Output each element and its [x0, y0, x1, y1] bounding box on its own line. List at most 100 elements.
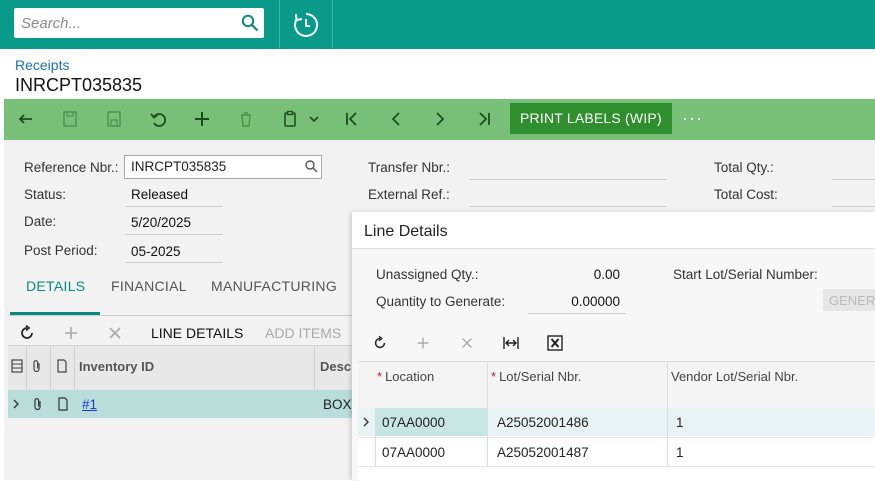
refresh-icon[interactable]: [372, 335, 388, 351]
topbar-separator: [279, 0, 280, 49]
total-qty-field: [832, 179, 875, 180]
dialog-body: Unassigned Qty.: 0.00 Quantity to Genera…: [352, 249, 875, 481]
search-icon[interactable]: [241, 14, 259, 32]
unassigned-qty-value: 0.00: [593, 267, 620, 282]
reference-value: INRCPT035835: [131, 159, 227, 174]
search-icon[interactable]: [304, 159, 318, 173]
dialog-title: Line Details: [364, 223, 448, 240]
add-row-icon[interactable]: [62, 324, 80, 342]
external-ref-field[interactable]: [469, 206, 667, 207]
quantity-to-generate-label: Quantity to Generate:: [376, 294, 506, 309]
line-details-button[interactable]: LINE DETAILS: [151, 325, 243, 341]
top-bar: [0, 0, 875, 49]
start-lot-serial-label: Start Lot/Serial Number:: [673, 267, 818, 282]
column-separator: [487, 362, 488, 408]
tab-financial[interactable]: FINANCIAL: [111, 278, 187, 294]
more-icon[interactable]: ···: [682, 108, 703, 129]
table-row[interactable]: 07AA0000 A25052001486 1: [358, 408, 875, 436]
column-separator: [375, 408, 376, 466]
unassigned-qty-label: Unassigned Qty.:: [376, 267, 479, 282]
active-tab-indicator: [10, 312, 100, 315]
toolbar: PRINT LABELS (WIP) ···: [4, 99, 875, 140]
transfer-label: Transfer Nbr.:: [368, 160, 451, 175]
column-header-vendor-lot-serial[interactable]: Vendor Lot/Serial Nbr.: [671, 369, 798, 384]
page-title: INRCPT035835: [15, 75, 143, 95]
first-record-icon[interactable]: [342, 109, 362, 129]
line-details-grid-header: * Location * Lot/Serial Nbr. Vendor Lot/Se…: [358, 362, 875, 409]
clipboard-icon[interactable]: [280, 109, 300, 129]
tab-details[interactable]: DETAILS: [26, 278, 85, 294]
column-separator: [667, 408, 668, 466]
line-details-dialog: Line Details Unassigned Qty.: 0.00 Quant…: [352, 212, 875, 481]
column-separator: [50, 346, 51, 390]
note-icon[interactable]: [57, 397, 69, 411]
line-details-grid: * Location * Lot/Serial Nbr. Vendor Lot/Se…: [358, 361, 875, 481]
column-separator: [487, 408, 488, 466]
fit-columns-icon[interactable]: [502, 335, 520, 351]
print-labels-button[interactable]: PRINT LABELS (WIP): [510, 103, 672, 134]
undo-icon[interactable]: [148, 109, 168, 129]
breadcrumb[interactable]: Receipts: [15, 57, 69, 73]
column-header-inventory-id[interactable]: Inventory ID: [79, 359, 154, 374]
quantity-to-generate-input[interactable]: 0.00000: [528, 294, 620, 309]
delete-icon[interactable]: [236, 109, 256, 129]
add-icon[interactable]: [192, 109, 212, 129]
attachment-icon: [33, 360, 40, 373]
inventory-id-link[interactable]: #1: [82, 397, 97, 412]
total-qty-label: Total Qty.:: [714, 160, 774, 175]
last-record-icon[interactable]: [474, 109, 494, 129]
transfer-field[interactable]: [469, 179, 667, 180]
chevron-right-icon[interactable]: [11, 399, 21, 409]
chevron-right-icon[interactable]: [361, 417, 371, 427]
tab-divider: [8, 315, 358, 316]
previous-record-icon[interactable]: [386, 109, 406, 129]
export-excel-icon[interactable]: [547, 335, 563, 351]
status-underline: [125, 206, 223, 207]
tab-manufacturing[interactable]: MANUFACTURING: [211, 278, 337, 294]
reference-label: Reference Nbr.:: [24, 160, 119, 175]
next-record-icon[interactable]: [430, 109, 450, 129]
column-separator: [74, 346, 75, 390]
back-icon[interactable]: [16, 109, 36, 129]
column-separator: [314, 346, 315, 390]
lot-serial-cell[interactable]: A25052001487: [497, 445, 589, 460]
add-items-button[interactable]: ADD ITEMS: [265, 325, 341, 341]
post-period-underline: [125, 262, 223, 263]
column-header-lot-serial[interactable]: * Lot/Serial Nbr.: [491, 369, 581, 384]
search-input[interactable]: [14, 8, 236, 38]
description-cell: BOX,: [323, 397, 356, 412]
date-value[interactable]: 5/20/2025: [131, 215, 191, 230]
topbar-separator: [332, 0, 333, 49]
delete-row-icon[interactable]: [106, 324, 124, 342]
search-box: [14, 8, 264, 38]
note-icon: [57, 359, 67, 373]
vendor-lot-serial-cell[interactable]: 1: [676, 415, 684, 430]
generate-button[interactable]: GENER: [823, 289, 875, 311]
date-underline: [125, 234, 223, 235]
chevron-down-icon[interactable]: [304, 109, 324, 129]
add-row-icon[interactable]: [415, 335, 431, 351]
save-icon[interactable]: [104, 109, 124, 129]
column-separator: [26, 346, 27, 390]
delete-row-icon[interactable]: [459, 335, 475, 351]
post-period-label: Post Period:: [24, 243, 98, 258]
status-label: Status:: [24, 187, 67, 202]
quantity-underline: [528, 313, 626, 314]
post-period-value[interactable]: 05-2025: [131, 244, 181, 259]
history-icon[interactable]: [292, 11, 320, 39]
table-row[interactable]: 07AA0000 A25052001487 1: [358, 437, 875, 466]
lot-serial-cell[interactable]: A25052001486: [497, 415, 589, 430]
location-cell[interactable]: 07AA0000: [382, 445, 445, 460]
grid-header: Inventory ID Descri: [8, 345, 360, 391]
external-ref-label: External Ref.:: [368, 187, 450, 202]
reference-field[interactable]: INRCPT035835: [124, 155, 322, 179]
column-header-location[interactable]: * Location: [377, 369, 434, 384]
table-row[interactable]: #1 BOX,: [8, 390, 358, 418]
refresh-icon[interactable]: [18, 324, 36, 342]
status-value: Released: [131, 187, 189, 202]
save-close-icon[interactable]: [60, 109, 80, 129]
location-cell[interactable]: 07AA0000: [382, 415, 445, 430]
column-separator: [667, 362, 668, 408]
attachment-icon[interactable]: [32, 397, 44, 411]
vendor-lot-serial-cell[interactable]: 1: [676, 445, 684, 460]
